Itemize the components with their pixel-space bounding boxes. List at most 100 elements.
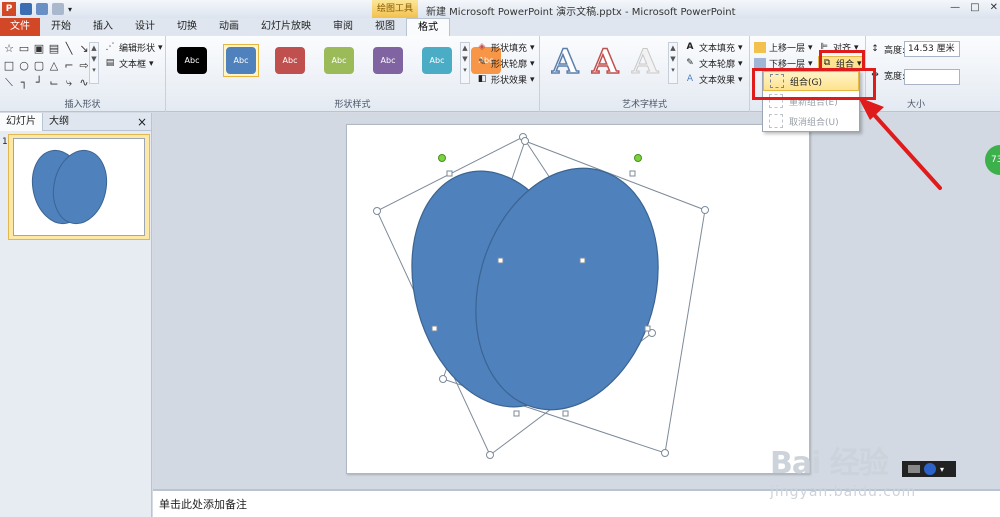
height-icon: ↕ [871, 44, 879, 54]
tab-transitions[interactable]: 切换 [166, 18, 208, 36]
tab-home[interactable]: 开始 [40, 18, 82, 36]
rect-shape-icon[interactable]: □ [2, 59, 16, 73]
shape-gallery-scroll[interactable]: ▲ ▼ ▾ [89, 42, 99, 84]
text-effects-button[interactable]: A 文本效果 ▾ [684, 73, 743, 86]
textbox-shape-icon[interactable]: ▤ [47, 42, 61, 56]
group-shape-styles: Abc Abc Abc Abc Abc Abc Abc ▲ ▼ ▾ ◈ 形状填充 ▾ … [166, 36, 540, 112]
group-label-insert-shapes: 插入形状 [64, 100, 101, 110]
wordart-style-outline-red[interactable]: A [591, 43, 619, 81]
slide-thumbnail[interactable] [13, 138, 145, 236]
slides-panel-tabs: 幻灯片 大纲 × [0, 112, 151, 131]
style-swatch-green[interactable]: Abc [321, 44, 357, 77]
text-fill-icon: A [686, 42, 694, 52]
thumbnail-shapes [31, 149, 108, 225]
triangle-shape-icon[interactable]: △ [47, 59, 61, 73]
slide-thumbnail-selected[interactable] [8, 134, 150, 240]
close-panel-icon[interactable]: × [137, 115, 147, 129]
rounded-rect-shape-icon[interactable]: ▢ [32, 59, 46, 73]
slide-canvas[interactable] [346, 124, 810, 474]
style-swatch-blue[interactable]: Abc [223, 44, 259, 77]
text-outline-button[interactable]: ✎ 文本轮廓 ▾ [684, 57, 742, 70]
width-input[interactable] [904, 69, 960, 85]
tab-outline[interactable]: 大纲 [43, 113, 75, 131]
tab-slideshow[interactable]: 幻灯片放映 [250, 18, 322, 36]
slide-workspace [153, 113, 1000, 489]
edit-points-icon: ⋰ [105, 42, 115, 52]
height-label: ↕ 高度: [869, 43, 905, 56]
quick-access-toolbar: P ▾ [0, 2, 72, 16]
elbow-shape-icon[interactable]: ⌐ [62, 59, 76, 73]
drawing-tools-context: 绘图工具 [372, 0, 418, 18]
line-shape-icon[interactable]: ╲ [62, 42, 76, 56]
style-swatch-aqua[interactable]: Abc [419, 44, 455, 77]
ribbon-tabs: 文件 开始 插入 设计 切换 动画 幻灯片放映 审阅 视图 格式 [0, 18, 1000, 36]
rectangle-shape-icon[interactable]: ▭ [17, 42, 31, 56]
window-title: 新建 Microsoft PowerPoint 演示文稿.pptx - Micr… [426, 7, 736, 18]
style-swatch-purple[interactable]: Abc [370, 44, 406, 77]
group-insert-shapes: ☆ ▭ ▣ ▤ ╲ ↘ □ ○ ▢ △ ⌐ ⇨ ⟍ ┐ ┘ ⌙ ⤷ ∿ ▲ ▼ ▾ … [0, 36, 166, 112]
tab-animations[interactable]: 动画 [208, 18, 250, 36]
shape-outline-button[interactable]: ✎ 形状轮廓 ▾ [476, 57, 534, 70]
slides-panel: 幻灯片 大纲 × 1 [0, 112, 152, 517]
redo-icon[interactable] [52, 3, 64, 15]
text-box-button[interactable]: ▤ 文本框 ▾ [104, 57, 154, 70]
close-icon[interactable]: ✕ [990, 2, 998, 13]
paint-bucket-icon: ◈ [478, 42, 486, 52]
slide-number: 1 [2, 137, 8, 147]
wordart-style-outline-blue[interactable]: A [551, 43, 579, 81]
window-controls: — □ ✕ [950, 2, 998, 13]
shape-fill-button[interactable]: ◈ 形状填充 ▾ [476, 41, 535, 54]
bring-forward-icon [754, 42, 766, 53]
tab-review[interactable]: 审阅 [322, 18, 364, 36]
undo-icon[interactable] [36, 3, 48, 15]
group-label-shape-styles: 形状样式 [334, 100, 371, 110]
group-label-wordart: 艺术字样式 [621, 100, 667, 110]
style-swatch-black[interactable]: Abc [174, 44, 210, 77]
menu-item-ungroup[interactable]: 取消组合(U) [763, 111, 859, 131]
group-label-size: 大小 [906, 100, 925, 110]
rotate-handle-left[interactable] [438, 154, 446, 162]
diagonal-shape-icon[interactable]: ⟍ [2, 76, 16, 90]
connector2-shape-icon[interactable]: ┘ [32, 76, 46, 90]
minimize-icon[interactable]: — [950, 2, 960, 13]
wordart-style-light[interactable]: A [631, 44, 658, 81]
highlight-box-group-item [752, 68, 876, 100]
connector3-shape-icon[interactable]: ⌙ [47, 76, 61, 90]
tab-format[interactable]: 格式 [406, 18, 450, 36]
tab-file[interactable]: 文件 [0, 18, 40, 36]
shape-gallery: ☆ ▭ ▣ ▤ ╲ ↘ □ ○ ▢ △ ⌐ ⇨ ⟍ ┐ ┘ ⌙ ⤷ ∿ [2, 42, 94, 90]
maximize-icon[interactable]: □ [970, 2, 979, 13]
save-icon[interactable] [20, 3, 32, 15]
help-icon[interactable] [924, 463, 936, 475]
group-size: ↕ 高度: 14.53 厘米 ↔ 宽度: 大小 [866, 36, 966, 112]
connector-shape-icon[interactable]: ┐ [17, 76, 31, 90]
ungroup-icon [769, 114, 783, 128]
tab-design[interactable]: 设计 [124, 18, 166, 36]
mini-expand-icon[interactable]: ▾ [940, 465, 944, 474]
tab-insert[interactable]: 插入 [82, 18, 124, 36]
curve-shape-icon[interactable]: ⤷ [62, 76, 76, 90]
star-shape-icon[interactable]: ☆ [2, 42, 16, 56]
height-input[interactable]: 14.53 厘米 [904, 41, 960, 57]
shape-effects-button[interactable]: ◧ 形状效果 ▾ [476, 73, 535, 86]
oval-shape-icon[interactable]: ○ [17, 59, 31, 73]
text-fill-button[interactable]: A 文本填充 ▾ [684, 41, 743, 54]
customize-qat-icon[interactable]: ▾ [68, 5, 72, 14]
powerpoint-logo-icon[interactable]: P [2, 2, 16, 16]
image-shape-icon[interactable]: ▣ [32, 42, 46, 56]
pen-outline-icon: ✎ [478, 58, 486, 68]
baidu-watermark: Bai 经验 jingyan.baidu.com [770, 438, 916, 500]
bring-forward-button[interactable]: 上移一层 ▾ [754, 41, 813, 54]
rotate-handle-right[interactable] [634, 154, 642, 162]
watermark-url: jingyan.baidu.com [770, 484, 917, 500]
baidu-logo: Bai 经验 [770, 446, 889, 481]
tab-view[interactable]: 视图 [364, 18, 406, 36]
effects-icon: ◧ [477, 74, 487, 84]
style-swatch-red[interactable]: Abc [272, 44, 308, 77]
edit-shape-button[interactable]: ⋰ 编辑形状 ▾ [104, 41, 163, 54]
wordart-gallery-scroll[interactable]: ▲ ▼ ▾ [668, 42, 678, 84]
shape-styles-scroll[interactable]: ▲ ▼ ▾ [460, 42, 470, 84]
group-wordart-styles: A A A ▲ ▼ ▾ A 文本填充 ▾ ✎ 文本轮廓 ▾ A 文本效果 ▾ 艺术字样式 [540, 36, 750, 112]
tab-slides[interactable]: 幻灯片 [0, 112, 43, 131]
text-effects-icon: A [686, 74, 694, 84]
